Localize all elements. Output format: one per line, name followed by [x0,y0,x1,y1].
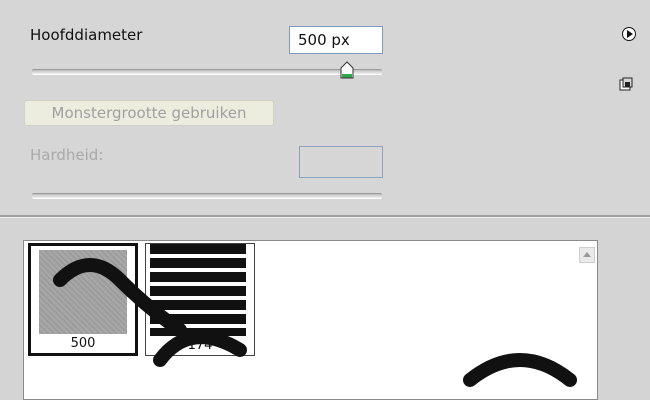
use-sample-size-button[interactable]: Monstergrootte gebruiken [24,100,274,126]
diameter-slider-thumb[interactable] [340,61,354,79]
brush-size-label: 174 [187,338,213,353]
hardness-field[interactable] [299,146,383,178]
panel-divider [0,215,650,218]
hardness-slider-track[interactable] [32,193,382,199]
diameter-slider-track[interactable] [32,69,382,75]
diameter-field[interactable]: 500 px [289,26,383,54]
striped-brush-swatch [150,244,246,336]
brush-size-label: 500 [70,336,96,351]
brush-preset-500[interactable]: 500 [28,243,138,356]
scroll-up-arrow-icon[interactable] [579,247,595,263]
brush-preset-174[interactable]: 174 [145,243,255,356]
soft-brush-swatch [39,250,127,334]
play-circle-icon[interactable] [622,27,636,41]
hardness-label: Hardheid: [30,146,104,164]
diameter-label: Hoofddiameter [30,26,143,44]
brush-options-panel: Hoofddiameter 500 px Monstergrootte gebr… [0,0,650,215]
new-preset-icon[interactable] [619,77,633,91]
brush-preset-list[interactable]: 500 174 [23,240,598,400]
